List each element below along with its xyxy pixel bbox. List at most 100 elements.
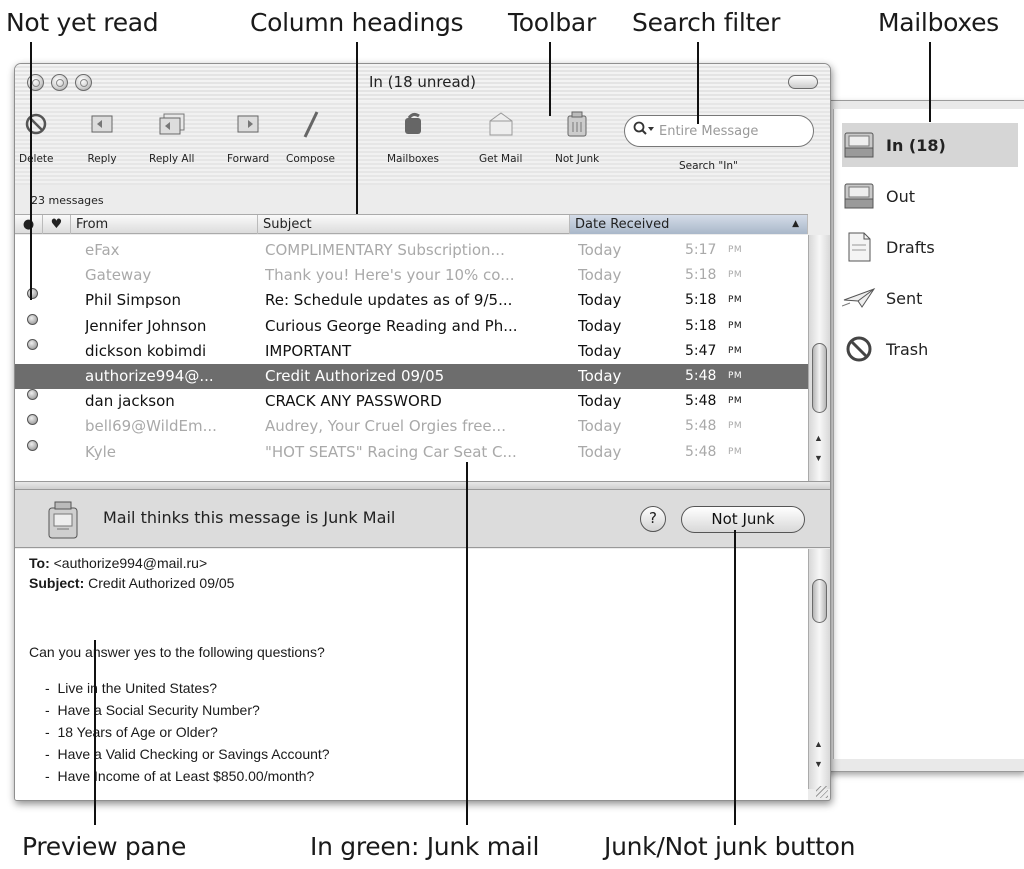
search-placeholder: Entire Message	[659, 123, 759, 139]
preview-body-question: Can you answer yes to the following ques…	[29, 644, 325, 660]
scroll-down-arrow-icon[interactable]: ▼	[814, 453, 823, 463]
not-junk-button[interactable]: Not Junk	[681, 506, 805, 533]
delete-icon	[21, 109, 51, 139]
unread-column-header[interactable]: ●	[15, 215, 43, 234]
callout-toolbar: Toolbar	[508, 8, 596, 37]
mailbox-trash[interactable]: Trash	[842, 327, 1018, 371]
callout-search-filter: Search filter	[632, 8, 781, 37]
message-date: Today	[578, 266, 622, 285]
mailbox-sent[interactable]: Sent	[842, 276, 1018, 320]
to-value: <authorize994@mail.ru>	[53, 555, 208, 571]
flag-column-header[interactable]: ♥	[43, 215, 71, 234]
callout-preview-pane: Preview pane	[22, 832, 187, 861]
message-row[interactable]: Gateway Thank you! Here's your 10% co... T…	[15, 263, 808, 288]
not-junk-toolbar-button[interactable]: Not Junk	[555, 109, 599, 165]
message-date: Today	[578, 417, 622, 436]
reply-button[interactable]: Reply	[87, 109, 117, 165]
help-button[interactable]: ?	[640, 506, 666, 532]
message-row[interactable]: dan jackson CRACK ANY PASSWORD Today 5:48 PM	[15, 389, 808, 414]
message-ampm: PM	[728, 371, 743, 381]
message-count: 23 messages	[31, 194, 104, 207]
mailboxes-drawer: In (18) Out Drafts Sent Trash	[818, 100, 1024, 772]
message-ampm: PM	[728, 270, 743, 281]
preview-bullet: - Have a Valid Checking or Savings Accou…	[45, 746, 330, 762]
mailbox-label: Trash	[886, 339, 929, 359]
message-subject: Re: Schedule updates as of 9/5...	[265, 291, 513, 310]
leader-preview-pane	[94, 640, 96, 825]
message-from: dan jackson	[85, 392, 175, 411]
subject-header-label: Subject	[263, 217, 312, 232]
message-row[interactable]: bell69@WildEm... Audrey, Your Cruel Orgie…	[15, 414, 808, 439]
preview-bullet: - Live in the United States?	[45, 680, 217, 696]
outbox-icon	[842, 179, 876, 213]
message-subject: Audrey, Your Cruel Orgies free...	[265, 417, 506, 436]
title-bar[interactable]: In (18 unread)	[15, 64, 830, 101]
reply-all-button[interactable]: Reply All	[149, 109, 194, 165]
message-subject: Credit Authorized 09/05	[265, 367, 445, 385]
mailbox-out[interactable]: Out	[842, 174, 1018, 218]
toolbar-toggle-button[interactable]	[788, 75, 818, 89]
message-row[interactable]: eFax COMPLIMENTARY Subscription... Today 5:…	[15, 238, 808, 263]
forward-button[interactable]: Forward	[227, 109, 269, 165]
sent-icon	[842, 281, 876, 315]
mailbox-in[interactable]: In (18)	[842, 123, 1018, 167]
reply-all-icon	[157, 109, 187, 139]
from-header-label: From	[76, 217, 109, 232]
message-row[interactable]: authorize994@... Credit Authorized 09/05 T…	[15, 364, 808, 389]
leader-mailboxes	[929, 42, 931, 122]
callout-mailboxes: Mailboxes	[878, 8, 999, 37]
leader-junk-green	[466, 462, 468, 825]
callout-column-headings: Column headings	[250, 8, 464, 37]
preview-bullet: - 18 Years of Age or Older?	[45, 724, 218, 740]
to-label: To:	[29, 555, 50, 571]
scroll-up-arrow-icon[interactable]: ▲	[814, 433, 823, 443]
trash-icon	[842, 332, 876, 366]
from-column-header[interactable]: From	[71, 215, 258, 234]
subject-column-header[interactable]: Subject	[258, 215, 570, 234]
toolbar-label: Get Mail	[479, 153, 523, 165]
compose-icon	[296, 109, 326, 139]
sort-arrow-icon: ▲	[792, 219, 799, 229]
preview-scroll-down-arrow-icon[interactable]: ▼	[814, 759, 823, 769]
unread-dot-icon	[27, 389, 38, 401]
preview-scrollbar[interactable]: ▲ ▼	[808, 549, 830, 789]
callout-junk-green: In green: Junk mail	[310, 832, 540, 861]
toolbar-label: Forward	[227, 153, 270, 165]
message-ampm: PM	[728, 345, 743, 356]
message-date: Today	[578, 316, 622, 335]
date-column-header[interactable]: Date Received ▲	[570, 215, 808, 234]
message-row[interactable]: Jennifer Johnson Curious George Reading a…	[15, 313, 808, 339]
message-date: Today	[578, 291, 622, 310]
message-ampm: PM	[728, 396, 743, 407]
resize-grip-icon[interactable]	[816, 786, 828, 798]
get-mail-button[interactable]: Get Mail	[479, 109, 522, 165]
preview-scroll-up-arrow-icon[interactable]: ▲	[814, 739, 823, 749]
callout-not-yet-read: Not yet read	[6, 8, 159, 37]
message-ampm: PM	[728, 446, 743, 457]
message-row[interactable]: Kyle "HOT SEATS" Racing Car Seat C... Toda…	[15, 439, 808, 465]
message-row[interactable]: dickson kobimdi IMPORTANT Today 5:47 PM	[15, 338, 808, 364]
preview-pane[interactable]: To: <authorize994@mail.ru> Subject: Cred…	[15, 549, 808, 800]
leader-junk-button	[734, 530, 736, 825]
toolbar-label: Mailboxes	[387, 153, 439, 165]
message-date: Today	[578, 341, 622, 360]
scroll-thumb[interactable]	[812, 343, 827, 413]
delete-button[interactable]: Delete	[19, 109, 54, 165]
preview-subject-line: Subject: Credit Authorized 09/05	[29, 575, 234, 591]
message-row[interactable]: Phil Simpson Re: Schedule updates as of 9…	[15, 288, 808, 313]
mailboxes-button[interactable]: Mailboxes	[387, 109, 439, 165]
leader-not-yet-read	[30, 42, 32, 300]
compose-button[interactable]: Compose	[286, 109, 335, 165]
message-list-scrollbar[interactable]: ▲ ▼	[808, 235, 830, 481]
preview-scroll-thumb[interactable]	[812, 579, 827, 623]
unread-dot-icon	[27, 288, 38, 300]
leader-toolbar	[549, 42, 551, 116]
pane-splitter[interactable]	[15, 481, 830, 490]
mailbox-drafts[interactable]: Drafts	[842, 225, 1018, 269]
junk-mail-icon	[43, 498, 83, 540]
search-input[interactable]: Entire Message	[624, 115, 814, 147]
unread-dot-icon	[27, 338, 38, 350]
message-from: Gateway	[85, 266, 152, 285]
mailboxes-icon	[398, 109, 428, 139]
mail-window: In (18 unread) Delete Reply Reply All Fo…	[14, 63, 831, 801]
